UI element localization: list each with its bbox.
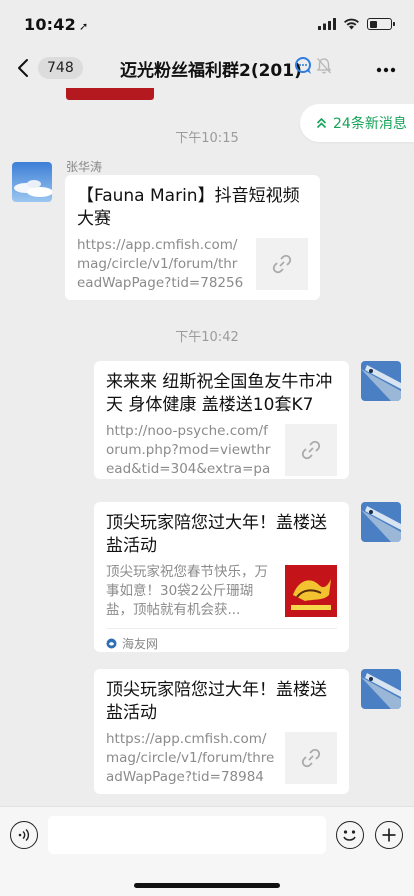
card-thumbnail <box>285 732 337 784</box>
previous-image-message[interactable] <box>66 88 154 100</box>
title-icons <box>294 57 332 75</box>
avatar-fish-image <box>361 502 401 542</box>
mute-bell-icon <box>316 58 332 74</box>
card-description: http://noo-psyche.com/forum.php?mod=view… <box>106 423 271 477</box>
back-button[interactable] <box>10 48 36 88</box>
link-icon <box>301 748 321 768</box>
card-body: 顶尖玩家祝您春节快乐，万事如意！30袋2公斤珊瑚盐，顶帖就有机会获... <box>106 563 337 620</box>
timestamp: 下午10:15 <box>175 131 239 146</box>
emoji-button[interactable] <box>336 821 364 849</box>
card-title: 顶尖玩家陪您过大年！盖楼送盐活动 <box>106 513 327 556</box>
avatar[interactable] <box>12 162 52 202</box>
battery-level <box>369 20 377 28</box>
status-bar: 10:42 ➚ <box>0 0 414 48</box>
card-thumbnail <box>256 238 308 290</box>
card-title: 顶尖玩家陪您过大年！盖楼送盐活动 <box>106 680 327 723</box>
link-card[interactable]: 顶尖玩家陪您过大年！盖楼送盐活动 https://app.cmfish.com/… <box>94 669 349 794</box>
system-icons <box>318 18 395 30</box>
avatar-fish-image <box>361 361 401 401</box>
message-input[interactable] <box>48 816 326 854</box>
avatar-fish-image <box>361 669 401 709</box>
more-button[interactable] <box>376 58 396 76</box>
promo-artwork <box>285 565 337 617</box>
source-name: 海友网 <box>122 637 159 651</box>
new-year-promo-image <box>285 565 337 617</box>
avatar-sky-image <box>12 162 52 202</box>
link-card[interactable]: 【Fauna Marin】抖音短视频大赛 https://app.cmfish.… <box>65 175 320 300</box>
card-title: 来来来 纽斯祝全国鱼友牛市冲天 身体健康 盖楼送10套K7 -... <box>106 372 333 415</box>
timestamp: 下午10:42 <box>175 330 239 345</box>
emoji-icon <box>343 830 356 841</box>
card-title: 【Fauna Marin】抖音短视频大赛 <box>77 186 300 229</box>
signal-icon <box>318 18 336 30</box>
avatar[interactable] <box>361 669 401 709</box>
chevron-left-icon <box>18 59 28 77</box>
link-icon <box>301 440 321 460</box>
haiyou-logo-icon <box>106 638 117 649</box>
link-icon <box>272 254 292 274</box>
chat-title[interactable]: 迈光粉丝福利群2(201) <box>120 56 302 81</box>
link-card[interactable]: 来来来 纽斯祝全国鱼友牛市冲天 身体健康 盖楼送10套K7 -... http:… <box>94 361 349 479</box>
voice-button[interactable] <box>10 821 38 849</box>
status-time: 10:42 ➚ <box>24 15 88 34</box>
card-body: https://app.cmfish.com/mag/circle/v1/for… <box>77 236 308 293</box>
card-body: http://noo-psyche.com/forum.php?mod=view… <box>106 422 337 479</box>
unread-count-badge[interactable]: 748 <box>38 57 83 79</box>
card-description: https://app.cmfish.com/mag/circle/v1/for… <box>106 731 275 785</box>
card-body: https://app.cmfish.com/mag/circle/v1/for… <box>106 730 337 787</box>
wifi-icon <box>344 18 359 30</box>
card-thumbnail <box>285 424 337 476</box>
avatar[interactable] <box>361 502 401 542</box>
avatar[interactable] <box>361 361 401 401</box>
more-dots-icon <box>376 67 396 73</box>
home-indicator <box>134 883 280 888</box>
card-description: 顶尖玩家祝您春节快乐，万事如意！30袋2公斤珊瑚盐，顶帖就有机会获... <box>106 564 268 618</box>
voice-icon <box>18 828 30 842</box>
plus-circle-icon <box>382 828 396 842</box>
card-description: https://app.cmfish.com/mag/circle/v1/for… <box>77 237 244 291</box>
sender-name: 张华涛 <box>66 160 103 174</box>
chat-area[interactable]: 24条新消息 下午10:15 张华涛 【Fauna Marin】抖音短视频大赛 … <box>0 88 414 806</box>
article-card[interactable]: 顶尖玩家陪您过大年！盖楼送盐活动 顶尖玩家祝您春节快乐，万事如意！30袋2公斤珊… <box>94 502 349 652</box>
status-time-text: 10:42 <box>24 14 76 34</box>
plus-button[interactable] <box>375 821 403 849</box>
card-source: 海友网 <box>106 628 337 652</box>
nav-bar: 748 迈光粉丝福利群2(201) <box>0 48 414 88</box>
battery-icon <box>367 18 395 30</box>
chat-bubble-icon <box>295 57 311 74</box>
location-arrow-icon: ➚ <box>78 19 89 33</box>
